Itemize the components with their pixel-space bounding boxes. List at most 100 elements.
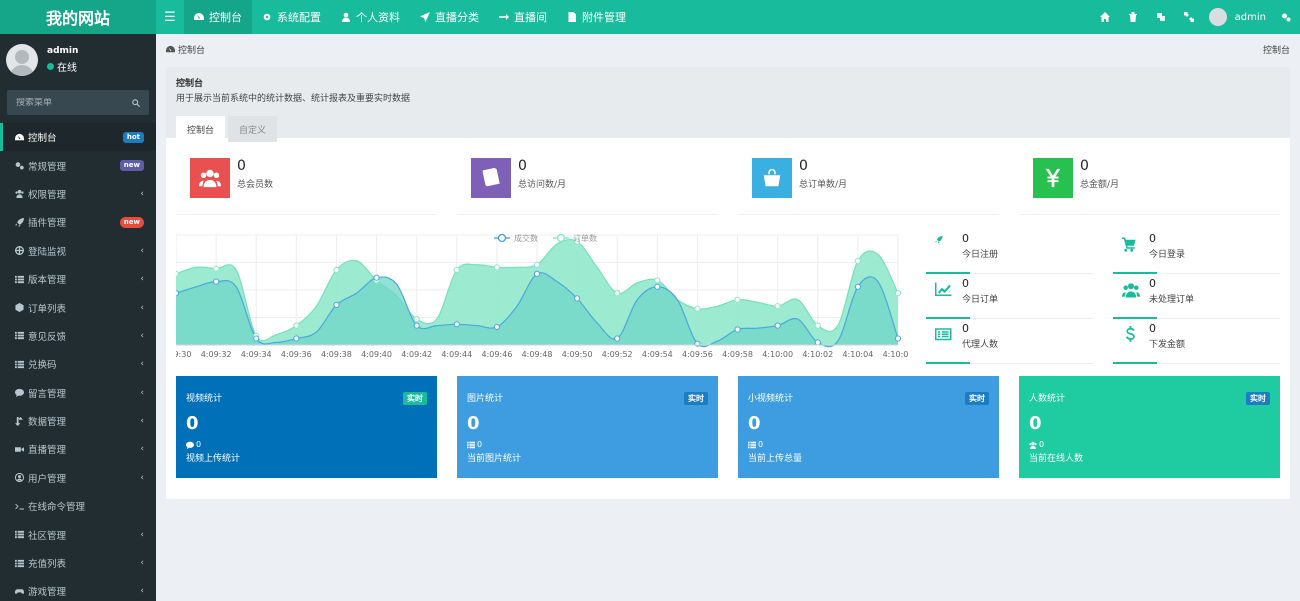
- tick-label: 4:09:48: [522, 350, 553, 359]
- user-menu[interactable]: admin: [1203, 8, 1272, 26]
- book-icon: [471, 158, 511, 198]
- topnav-item-1[interactable]: 系统配置: [252, 0, 331, 34]
- page-title: 控制台: [176, 79, 204, 89]
- page-description: 用于展示当前系统中的统计数据、统计报表及重要实时数据: [176, 94, 411, 104]
- search-icon[interactable]: [132, 98, 140, 107]
- tab-dashboard[interactable]: 控制台: [176, 116, 226, 142]
- topnav-item-2[interactable]: 个人资料: [331, 0, 410, 34]
- stat-box-3: 0 总金额/月: [1019, 151, 1280, 215]
- user-circle-icon: [14, 473, 24, 483]
- chevron-left-icon: ‹: [140, 302, 144, 313]
- gears-icon[interactable]: [1272, 0, 1300, 34]
- data-point: [734, 296, 741, 303]
- sidebar-item-8[interactable]: 兑换码 ‹: [0, 350, 156, 378]
- topnav-item-5[interactable]: 附件管理: [557, 0, 636, 34]
- menu-toggle-icon[interactable]: ☰: [156, 0, 184, 34]
- sort-icon: [14, 416, 24, 426]
- tick-label: 4:09:46: [481, 350, 512, 359]
- trash-icon[interactable]: [1119, 0, 1147, 34]
- mini-stat-2: 0 今日订单: [926, 274, 1093, 319]
- list-icon: [14, 530, 24, 540]
- legend-marker: [497, 233, 507, 243]
- dashboard-panel: 控制台 用于展示当前系统中的统计数据、统计报表及重要实时数据 控制台 自定义 0…: [161, 67, 1290, 499]
- sidebar-item-label: 插件管理: [28, 218, 67, 230]
- stat-label: 总访问数/月: [518, 180, 567, 190]
- tab-custom[interactable]: 自定义: [228, 116, 278, 142]
- sidebar-item-1[interactable]: 常规管理 new: [0, 151, 156, 179]
- user-icon: [341, 12, 351, 22]
- rocket-icon: [14, 217, 24, 227]
- topnav-label: 个人资料: [356, 11, 400, 24]
- chevron-left-icon: ‹: [140, 444, 144, 455]
- sidebar-item-9[interactable]: 留言管理 ‹: [0, 379, 156, 407]
- tick-label: 4:09:38: [321, 350, 352, 359]
- tick-label: 4:09:56: [682, 350, 713, 359]
- language-icon[interactable]: [1147, 0, 1175, 34]
- sidebar-item-7[interactable]: 意见反馈 ‹: [0, 322, 156, 350]
- data-point: [333, 266, 340, 274]
- breadcrumb-left[interactable]: 控制台: [166, 43, 205, 56]
- sidebar-item-5[interactable]: 版本管理 ‹: [0, 265, 156, 293]
- chevron-left-icon: ‹: [140, 274, 144, 285]
- panel-tabs: 控制台 自定义: [176, 116, 1280, 142]
- sidebar-item-3[interactable]: 插件管理 new: [0, 208, 156, 236]
- sidebar: admin 在线 控制台hot常规管理new权限管理‹插件管理new登陆监视‹版…: [0, 34, 156, 601]
- data-point: [213, 265, 220, 272]
- fullscreen-icon[interactable]: [1175, 0, 1203, 34]
- site-logo[interactable]: 我的网站: [0, 0, 156, 34]
- group-icon: [14, 189, 24, 199]
- card-value: 0: [186, 413, 199, 434]
- data-point: [694, 340, 701, 347]
- home-icon[interactable]: [1091, 0, 1119, 34]
- data-point: [774, 322, 781, 329]
- arrow-right-icon: [499, 12, 509, 22]
- card-sub: 0: [186, 440, 427, 449]
- card-sub: 0: [748, 440, 989, 449]
- mini-stat-value: 0: [1149, 232, 1156, 245]
- tick-label: 4:10:02: [802, 350, 833, 359]
- tick-label: 4:10:00: [762, 350, 793, 359]
- sidebar-item-2[interactable]: 权限管理 ‹: [0, 180, 156, 208]
- legend-item-0[interactable]: 成交数: [494, 233, 538, 243]
- data-point: [253, 335, 260, 342]
- topnav-item-0[interactable]: 控制台: [184, 0, 252, 34]
- avatar: [6, 44, 38, 76]
- stat-value: 0: [1080, 158, 1089, 174]
- sidebar-item-4[interactable]: 登陆监视 ‹: [0, 237, 156, 265]
- data-point: [333, 301, 340, 308]
- list-icon: [748, 441, 756, 449]
- sidebar-item-0[interactable]: 控制台 hot: [0, 123, 156, 152]
- sidebar-item-6[interactable]: 订单列表 ‹: [0, 293, 156, 321]
- sidebar-item-14[interactable]: 社区管理 ‹: [0, 520, 156, 548]
- sidebar-item-10[interactable]: 数据管理 ‹: [0, 407, 156, 435]
- topnav-item-4[interactable]: 直播间: [489, 0, 557, 34]
- mini-stat-value: 0: [962, 232, 969, 245]
- users-icon: [190, 158, 230, 198]
- topnav-item-3[interactable]: 直播分类: [410, 0, 489, 34]
- search-input[interactable]: [16, 97, 116, 108]
- stat-value: 0: [237, 158, 246, 174]
- sidebar-item-12[interactable]: 用户管理 ‹: [0, 464, 156, 492]
- data-point: [493, 264, 500, 271]
- sidebar-item-13[interactable]: 在线命令管理: [0, 492, 156, 520]
- legend-item-1[interactable]: 订单数: [553, 233, 597, 243]
- data-point: [533, 261, 541, 268]
- gear-icon: [262, 12, 272, 22]
- sidebar-item-label: 直播管理: [28, 445, 67, 457]
- yen-icon: [1033, 158, 1073, 198]
- mini-stat-0: 0 今日注册: [926, 229, 1093, 274]
- card-footer: 当前上传总量: [748, 454, 803, 464]
- chevron-left-icon: ‹: [140, 416, 144, 427]
- mini-stat-value: 0: [962, 277, 969, 290]
- mini-stat-4: 0 代理人数: [926, 319, 1093, 364]
- file-icon: [567, 12, 577, 22]
- sidebar-item-11[interactable]: 直播管理 ‹: [0, 435, 156, 463]
- sidebar-item-16[interactable]: 游戏管理 ‹: [0, 577, 156, 601]
- card-value: 0: [1029, 413, 1042, 434]
- mini-stat-3: 0 未处理订单: [1113, 274, 1280, 319]
- card-value: 0: [748, 413, 761, 434]
- data-point: [614, 335, 621, 342]
- chevron-left-icon: ‹: [140, 529, 144, 540]
- data-point: [774, 303, 781, 310]
- sidebar-item-15[interactable]: 充值列表 ‹: [0, 549, 156, 577]
